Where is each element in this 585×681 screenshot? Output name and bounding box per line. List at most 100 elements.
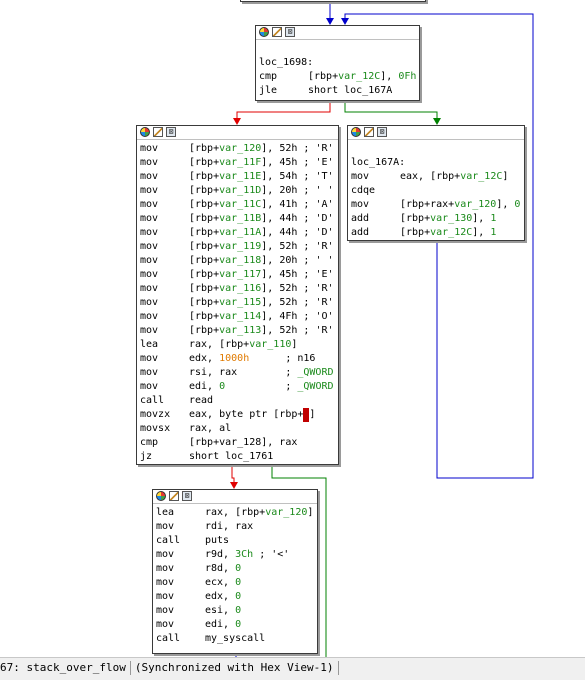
operand: var_11F bbox=[219, 157, 262, 168]
code-block-bottom[interactable]: ⊠ lea rax, [rbp+var_120] mov rdi, rax call pu… bbox=[152, 489, 318, 654]
instruction-line[interactable]: cmp [rbp+var_12C], 0Fh bbox=[259, 70, 416, 84]
rename-icon[interactable] bbox=[169, 491, 179, 501]
instruction-line[interactable]: mov r9d, 3Ch ; '<' bbox=[156, 548, 314, 562]
operand: [rbp+ bbox=[189, 255, 220, 266]
instruction-line[interactable]: mov [rbp+var_118], 20h ; ' ' bbox=[140, 254, 335, 268]
instruction-line[interactable]: mov [rbp+var_120], 52h ; 'R' bbox=[140, 142, 335, 156]
mnemonic: mov bbox=[140, 283, 159, 294]
instruction-line[interactable]: add [rbp+var_12C], 1 bbox=[351, 226, 521, 240]
operand: var_120 bbox=[454, 199, 497, 210]
instruction-line[interactable]: call read bbox=[140, 394, 335, 408]
mnemonic: lea bbox=[156, 507, 175, 518]
instruction-line[interactable]: mov [rbp+var_11A], 44h ; 'D' bbox=[140, 226, 335, 240]
operand: 0 bbox=[514, 199, 521, 210]
instruction-line[interactable]: mov [rbp+var_115], 52h ; 'R' bbox=[140, 296, 335, 310]
mnemonic: call bbox=[156, 535, 181, 546]
instruction-line[interactable]: mov eax, [rbp+var_12C] bbox=[351, 170, 521, 184]
operand: [rbp+var_128], rax bbox=[189, 437, 298, 448]
mnemonic: add bbox=[351, 213, 370, 224]
instruction-line[interactable]: jle short loc_167A bbox=[259, 84, 416, 98]
instruction-line[interactable]: mov [rbp+var_11D], 20h ; ' ' bbox=[140, 184, 335, 198]
operand: _QWORD bbox=[297, 367, 334, 378]
operand: 0 bbox=[235, 605, 242, 616]
mnemonic: mov bbox=[140, 297, 159, 308]
mnemonic: call bbox=[156, 633, 181, 644]
instruction-line[interactable]: mov rsi, rax ; _QWORD bbox=[140, 366, 335, 380]
mnemonic: movsx bbox=[140, 423, 171, 434]
instruction-line[interactable]: cdqe bbox=[351, 184, 521, 198]
instruction-line[interactable]: movsx rax, al bbox=[140, 422, 335, 436]
instruction-line[interactable]: movzx eax, byte ptr [rbp+8] bbox=[140, 408, 335, 422]
mnemonic: mov bbox=[156, 521, 175, 532]
mnemonic: mov bbox=[140, 171, 159, 182]
mnemonic: mov bbox=[156, 605, 175, 616]
instruction-line[interactable]: mov [rbp+rax+var_120], 0 bbox=[351, 198, 521, 212]
instruction-line[interactable]: mov [rbp+var_11F], 45h ; 'E' bbox=[140, 156, 335, 170]
code-block-left[interactable]: ⊠ mov [rbp+var_120], 52h ; 'R' mov [rbp+var… bbox=[136, 125, 339, 465]
instruction-line[interactable]: mov ecx, 0 bbox=[156, 576, 314, 590]
instruction-line[interactable]: jz short loc_1761 bbox=[140, 450, 335, 464]
operand: var_120 bbox=[219, 143, 262, 154]
true-arrowhead bbox=[433, 118, 441, 125]
mnemonic: mov bbox=[140, 227, 159, 238]
instruction-line[interactable]: mov rdi, rax bbox=[156, 520, 314, 534]
mnemonic: mov bbox=[140, 381, 159, 392]
mnemonic: mov bbox=[140, 143, 159, 154]
instruction-line[interactable]: lea rax, [rbp+var_120] bbox=[156, 506, 314, 520]
code-block-loc-167a[interactable]: ⊠ loc_167A: mov eax, [rbp+var_12C] cdqe mov… bbox=[347, 125, 525, 241]
instruction-line[interactable]: mov [rbp+var_11C], 41h ; 'A' bbox=[140, 198, 335, 212]
operand: var_12C bbox=[460, 171, 503, 182]
instruction-line[interactable]: add [rbp+var_130], 1 bbox=[351, 212, 521, 226]
rename-icon[interactable] bbox=[153, 127, 163, 137]
partial-block-top[interactable] bbox=[240, 0, 426, 2]
instruction-line[interactable]: mov [rbp+var_114], 4Fh ; 'O' bbox=[140, 310, 335, 324]
color-picker-icon[interactable] bbox=[351, 127, 361, 137]
instruction-line[interactable]: lea rax, [rbp+var_110] bbox=[140, 338, 335, 352]
code-block-loc-1698[interactable]: ⊠ loc_1698: cmp [rbp+var_12C], 0Fh jle sho… bbox=[255, 25, 420, 101]
instruction-line[interactable]: mov edi, 0 bbox=[156, 618, 314, 632]
instruction-line[interactable]: call my_syscall bbox=[156, 632, 314, 646]
block-label[interactable]: loc_167A: bbox=[351, 156, 521, 170]
instruction-line[interactable]: mov esi, 0 bbox=[156, 604, 314, 618]
instruction-line[interactable]: call puts bbox=[156, 534, 314, 548]
group-nodes-icon[interactable]: ⊠ bbox=[285, 27, 295, 37]
operand: [rbp+ bbox=[189, 269, 220, 280]
instruction-line[interactable]: mov [rbp+var_113], 52h ; 'R' bbox=[140, 324, 335, 338]
mnemonic: call bbox=[140, 395, 165, 406]
operand: puts bbox=[205, 535, 230, 546]
color-picker-icon[interactable] bbox=[259, 27, 269, 37]
mnemonic: mov bbox=[140, 325, 159, 336]
group-nodes-icon[interactable]: ⊠ bbox=[182, 491, 192, 501]
instruction-line[interactable]: mov [rbp+var_117], 45h ; 'E' bbox=[140, 268, 335, 282]
operand: ], 20h ; ' ' bbox=[261, 255, 334, 266]
mnemonic: mov bbox=[351, 171, 370, 182]
instruction-line[interactable]: mov edi, 0 ; _QWORD bbox=[140, 380, 335, 394]
rename-icon[interactable] bbox=[364, 127, 374, 137]
operand: ], 45h ; 'E' bbox=[261, 157, 334, 168]
color-picker-icon[interactable] bbox=[156, 491, 166, 501]
operand: edx, bbox=[205, 591, 236, 602]
operand: [rbp+ bbox=[189, 143, 220, 154]
instruction-line[interactable]: mov edx, 1000h ; n16 bbox=[140, 352, 335, 366]
operand: [rbp+ bbox=[189, 171, 220, 182]
instruction-line[interactable]: mov [rbp+var_116], 52h ; 'R' bbox=[140, 282, 335, 296]
group-nodes-icon[interactable]: ⊠ bbox=[166, 127, 176, 137]
group-nodes-icon[interactable]: ⊠ bbox=[377, 127, 387, 137]
instruction-line[interactable]: mov r8d, 0 bbox=[156, 562, 314, 576]
block-label[interactable]: loc_1698: bbox=[259, 56, 416, 70]
instruction-line[interactable]: mov edx, 0 bbox=[156, 590, 314, 604]
operand: read bbox=[189, 395, 214, 406]
rename-icon[interactable] bbox=[272, 27, 282, 37]
color-picker-icon[interactable] bbox=[140, 127, 150, 137]
mnemonic: cdqe bbox=[351, 185, 376, 196]
operand: var_130 bbox=[430, 213, 473, 224]
operand: ] bbox=[502, 171, 509, 182]
operand: ], 52h ; 'R' bbox=[261, 325, 334, 336]
block-header: ⊠ bbox=[348, 126, 524, 140]
instruction-line[interactable]: cmp [rbp+var_128], rax bbox=[140, 436, 335, 450]
operand: r9d, bbox=[205, 549, 236, 560]
instruction-line[interactable]: mov [rbp+var_11B], 44h ; 'D' bbox=[140, 212, 335, 226]
instruction-line[interactable]: mov [rbp+var_11E], 54h ; 'T' bbox=[140, 170, 335, 184]
instruction-line[interactable]: mov [rbp+var_119], 52h ; 'R' bbox=[140, 240, 335, 254]
mnemonic: mov bbox=[140, 255, 159, 266]
